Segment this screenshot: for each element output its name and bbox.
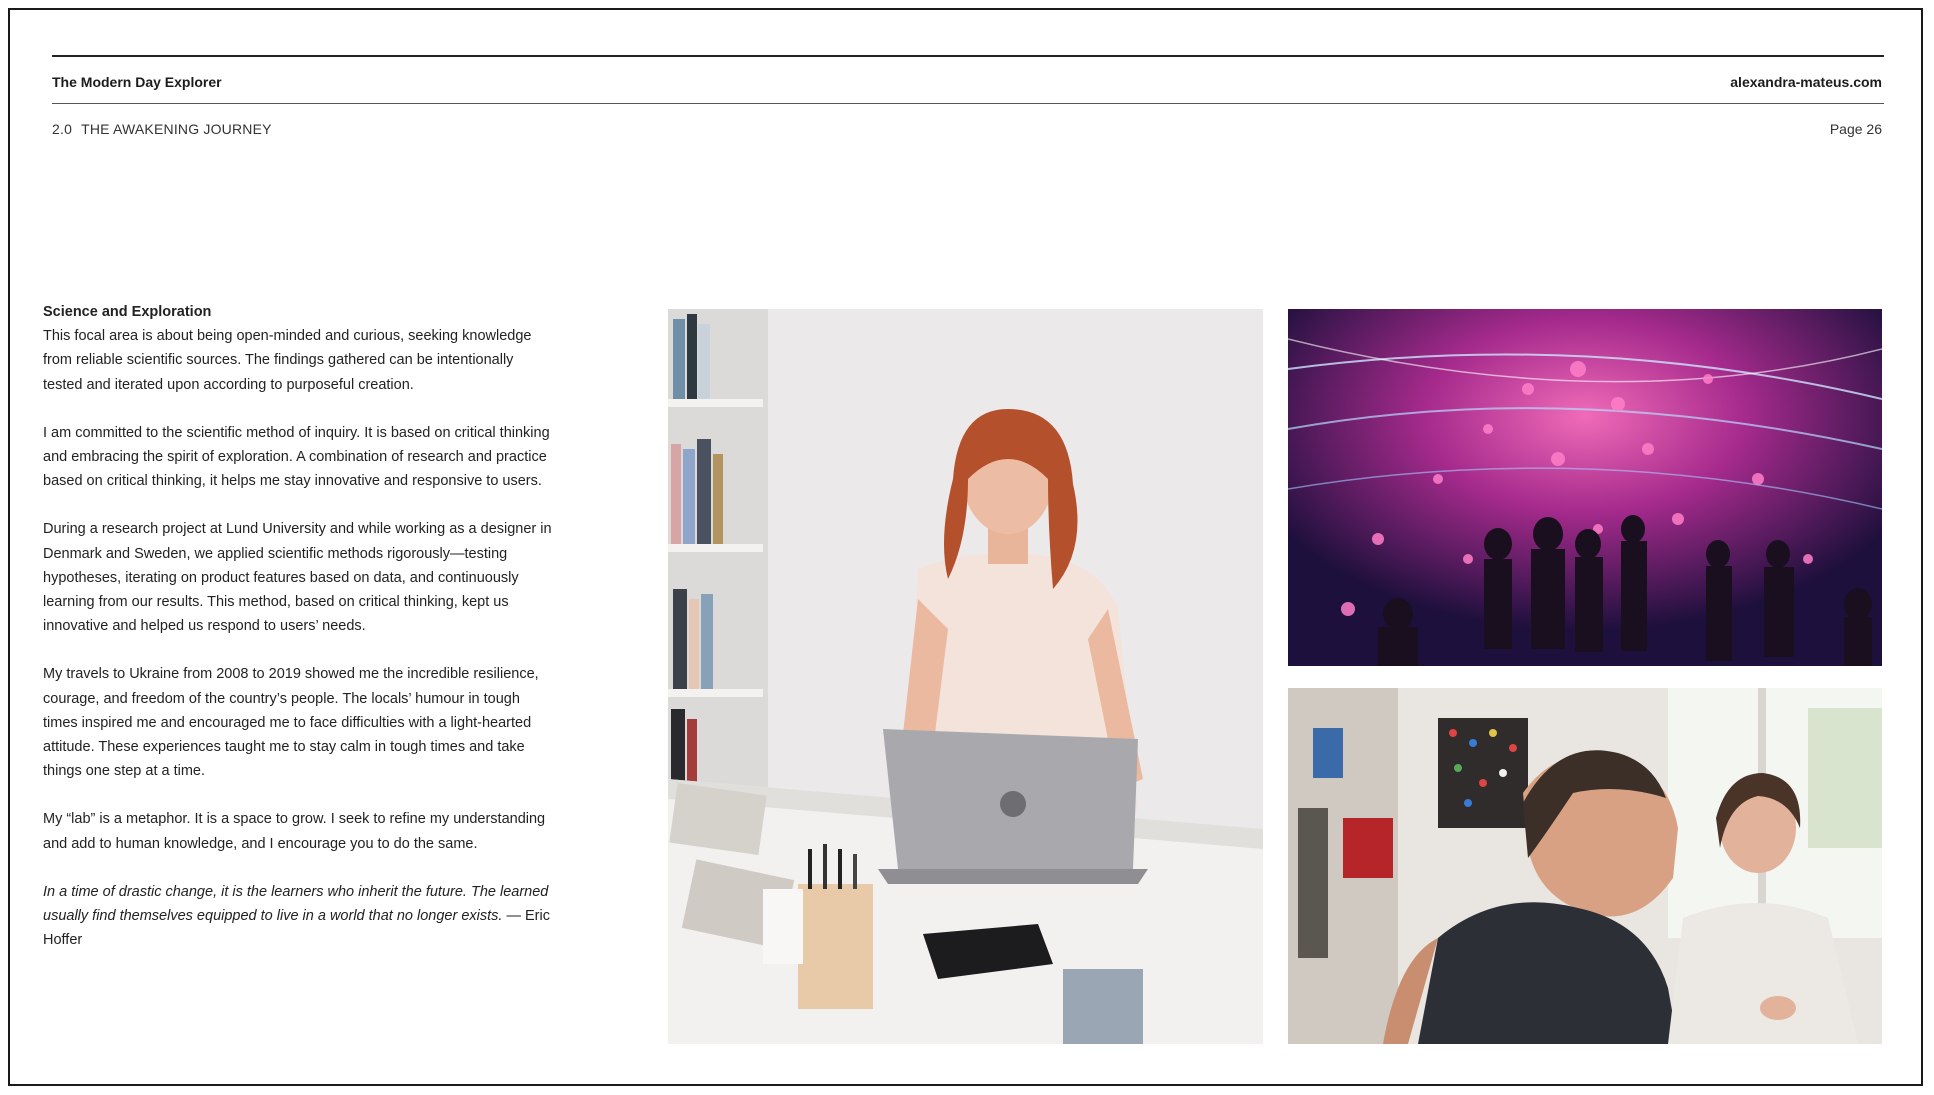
page-number: Page 26 bbox=[1829, 121, 1882, 137]
photo-two-women-workshop-icon bbox=[1288, 688, 1882, 1044]
paragraph-method: I am committed to the scientific method … bbox=[43, 424, 550, 490]
closing-quote: In a time of drastic change, it is the l… bbox=[43, 880, 553, 953]
paragraph-travels: My travels to Ukraine from 2008 to 2019 … bbox=[43, 666, 539, 780]
website-link[interactable]: alexandra-mateus.com bbox=[1730, 74, 1882, 90]
content-heading: Science and Exploration bbox=[43, 304, 212, 320]
section-title: THE AWAKENING JOURNEY bbox=[81, 121, 272, 137]
photo-immersive-digital-art-icon bbox=[1288, 309, 1882, 666]
document-title: The Modern Day Explorer bbox=[52, 74, 222, 90]
section-number: 2.0 bbox=[52, 121, 73, 137]
header-top-rule bbox=[52, 55, 1884, 57]
quote-text: In a time of drastic change, it is the l… bbox=[43, 883, 549, 925]
photo-woman-with-laptop-icon bbox=[668, 309, 1263, 1044]
body-text-column: Science and Exploration This focal area … bbox=[43, 300, 553, 976]
header-divider bbox=[52, 103, 1884, 104]
paragraph-intro: This focal area is about being open-mind… bbox=[43, 328, 532, 393]
digital-art-photo bbox=[1288, 309, 1882, 666]
paragraph-lab: My “lab” is a metaphor. It is a space to… bbox=[43, 811, 546, 852]
paragraph-research: During a research project at Lund Univer… bbox=[43, 521, 552, 635]
woman-laptop-photo bbox=[668, 309, 1263, 1044]
workshop-photo bbox=[1288, 688, 1882, 1044]
section-heading: 2.0 THE AWAKENING JOURNEY bbox=[52, 121, 272, 137]
